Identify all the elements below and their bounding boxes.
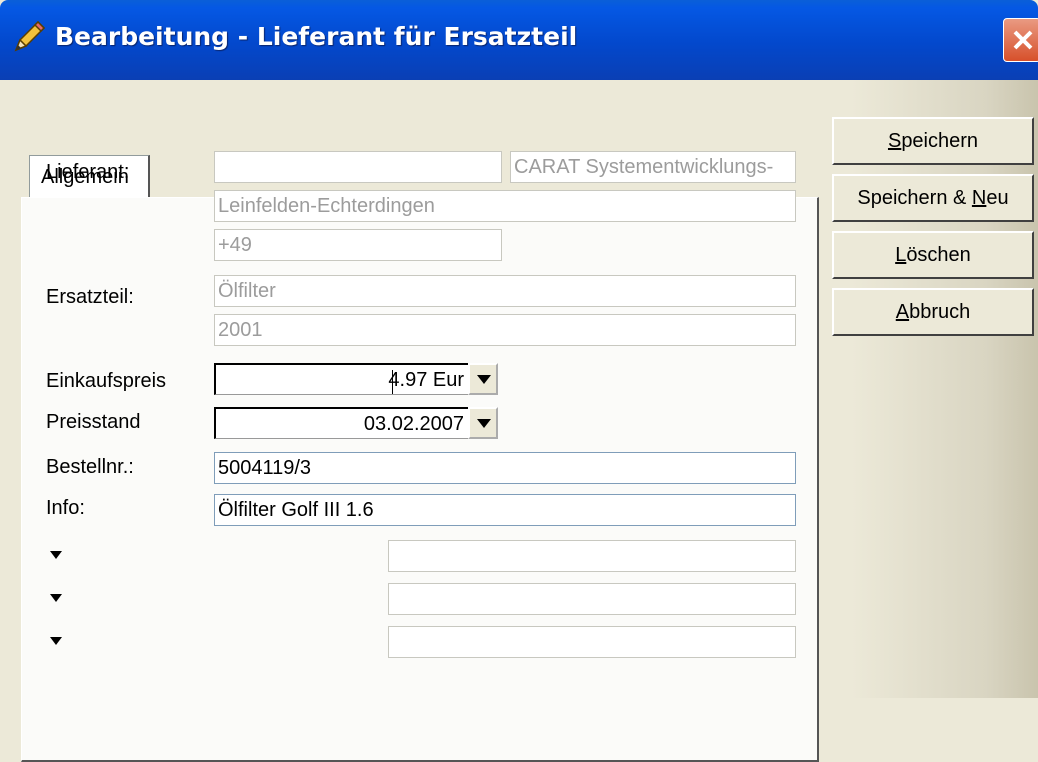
speichern-neu-button[interactable]: Speichern & Neu	[832, 174, 1034, 222]
einkaufspreis-field[interactable]: 4.97 Eur	[214, 363, 468, 395]
preisstand-dropdown-button[interactable]	[468, 407, 498, 439]
arrow-bullet-icon	[50, 637, 62, 645]
lieferant-tel-field[interactable]: +49	[214, 229, 502, 261]
dialog-client-area: Allgemein Lieferant: CARAT Systementwick…	[0, 80, 1038, 762]
button-text-post: bbruch	[909, 301, 971, 323]
lieferant-nr-field[interactable]	[214, 151, 502, 183]
lieferant-label: Lieferant:	[46, 161, 130, 183]
preisstand-label: Preisstand	[46, 411, 141, 433]
window-title: Bearbeitung - Lieferant für Ersatzteil	[55, 22, 578, 51]
lieferant-ort-field[interactable]: Leinfelden-Echterdingen	[214, 190, 796, 222]
bestellnr-field[interactable]: 5004119/3	[214, 452, 796, 484]
preisstand-value: 03.02.2007	[363, 413, 464, 435]
button-text-pre: Speichern &	[857, 187, 972, 209]
accelerator-key: N	[971, 187, 987, 209]
chevron-down-icon	[477, 419, 491, 428]
extra-field-1[interactable]	[388, 540, 796, 572]
title-bar[interactable]: Bearbeitung - Lieferant für Ersatzteil	[0, 0, 1038, 80]
loeschen-button[interactable]: Löschen	[832, 231, 1034, 279]
einkaufspreis-value: 4.97 Eur	[388, 369, 464, 391]
ersatzteil-name-field[interactable]: Ölfilter	[214, 275, 796, 307]
close-button[interactable]	[1003, 18, 1038, 62]
bestellnr-label: Bestellnr.:	[46, 456, 134, 478]
arrow-bullet-icon	[50, 551, 62, 559]
lieferant-name-field[interactable]: CARAT Systementwicklungs-	[510, 151, 796, 183]
info-field[interactable]: Ölfilter Golf III 1.6	[214, 494, 796, 526]
button-text-post: peichern	[901, 130, 979, 152]
button-text-post: öschen	[906, 244, 971, 266]
close-icon	[1013, 30, 1033, 50]
info-label: Info:	[46, 497, 85, 519]
speichern-button[interactable]: Speichern	[832, 117, 1034, 165]
ersatzteil-nr-field[interactable]: 2001	[214, 314, 796, 346]
chevron-down-icon	[477, 375, 491, 384]
einkaufspreis-dropdown-button[interactable]	[468, 363, 498, 395]
button-text-post: eu	[986, 187, 1009, 209]
einkaufspreis-label: Einkaufspreis	[46, 370, 167, 392]
pencil-icon	[12, 20, 46, 54]
abbruch-button[interactable]: Abbruch	[832, 288, 1034, 336]
accelerator-key: L	[895, 244, 907, 266]
ersatzteil-label: Ersatzteil:	[46, 286, 134, 308]
preisstand-field[interactable]: 03.02.2007	[214, 407, 468, 439]
accelerator-key: A	[895, 301, 910, 323]
accelerator-key: S	[887, 130, 902, 152]
extra-field-3[interactable]	[388, 626, 796, 658]
arrow-bullet-icon	[50, 594, 62, 602]
extra-field-2[interactable]	[388, 583, 796, 615]
